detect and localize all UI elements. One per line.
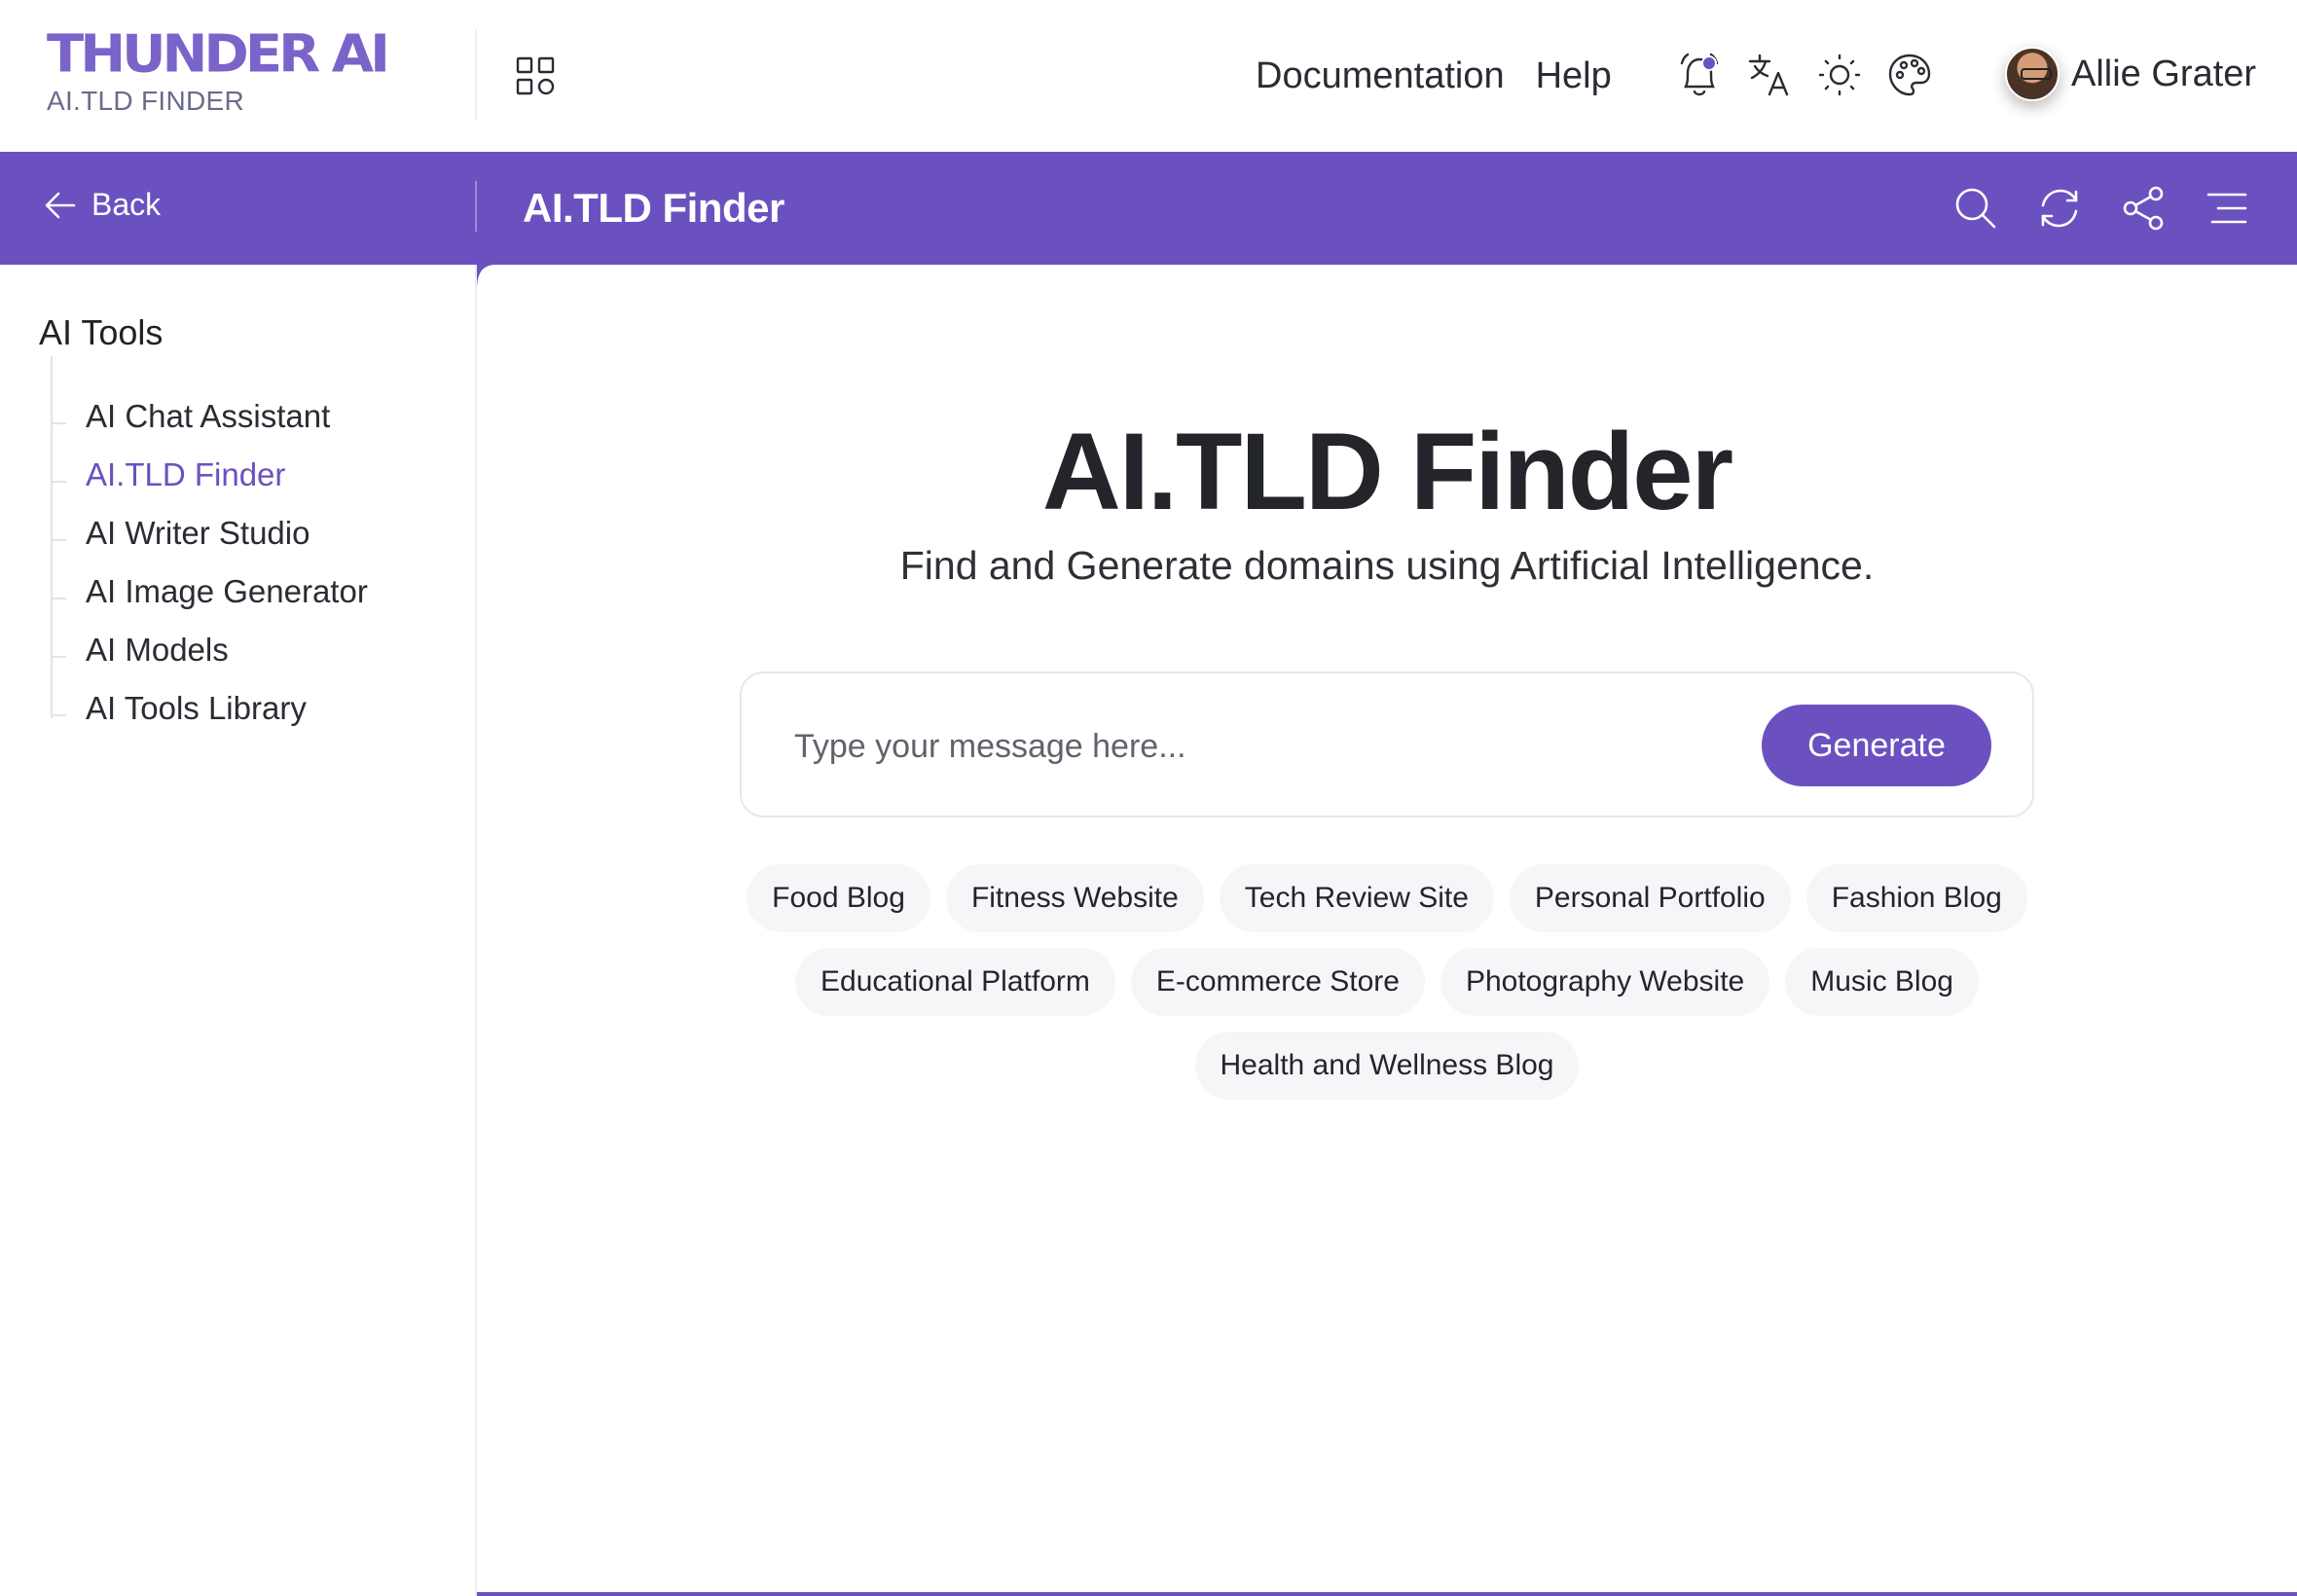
sidebar: AI Tools AI Chat Assistant AI.TLD Finder… [0, 265, 477, 1596]
suggestion-chip[interactable]: Fitness Website [945, 864, 1204, 932]
sidebar-title: AI Tools [39, 312, 164, 352]
suggestion-chip[interactable]: Tech Review Site [1219, 864, 1494, 932]
page-toolbar: Back AI.TLD Finder [0, 152, 2297, 265]
main-content: AI.TLD Finder Find and Generate domains … [477, 265, 2297, 1596]
top-header: THUNDER AI AI.TLD FINDER Documentation H… [0, 0, 2297, 152]
header-links: Documentation Help [1256, 49, 1612, 103]
suggestion-chip[interactable]: Music Blog [1785, 948, 1979, 1016]
sidebar-item-ai-tld-finder[interactable]: AI.TLD Finder [51, 446, 368, 504]
translate-icon[interactable] [1746, 47, 1793, 103]
suggestion-chip[interactable]: Food Blog [747, 864, 930, 932]
documentation-link[interactable]: Documentation [1256, 49, 1505, 103]
arrow-left-icon [45, 192, 76, 218]
user-menu[interactable]: Allie Grater [2005, 47, 2256, 101]
message-input[interactable] [794, 712, 1729, 780]
header-icon-group [1676, 47, 1933, 103]
brand-logo[interactable]: THUNDER AI AI.TLD FINDER [47, 24, 390, 117]
sidebar-item-ai-tools-library[interactable]: AI Tools Library [51, 679, 368, 738]
prompt-box: Generate [740, 671, 2034, 817]
suggestion-chip[interactable]: Educational Platform [795, 948, 1115, 1016]
sun-icon[interactable] [1816, 47, 1863, 103]
back-label: Back [91, 187, 162, 222]
header-divider [475, 29, 477, 121]
sidebar-item-ai-image-generator[interactable]: AI Image Generator [51, 562, 368, 621]
search-icon[interactable] [1952, 181, 1999, 236]
bottom-accent-line [477, 1592, 2297, 1596]
refresh-icon[interactable] [2036, 181, 2083, 236]
suggestion-chip[interactable]: Personal Portfolio [1509, 864, 1791, 932]
toolbar-title: AI.TLD Finder [523, 185, 784, 231]
back-button[interactable]: Back [43, 187, 161, 223]
toolbar-icon-group [1952, 181, 2250, 236]
palette-icon[interactable] [1886, 47, 1933, 103]
suggestion-chip[interactable]: Health and Wellness Blog [1194, 1032, 1580, 1100]
suggestion-chips: Food Blog Fitness Website Tech Review Si… [740, 864, 2034, 1100]
grid-apps-icon[interactable] [512, 53, 559, 99]
logo-text: THUNDER AI [47, 24, 390, 85]
suggestion-chip[interactable]: E-commerce Store [1130, 948, 1425, 1016]
page-title: AI.TLD Finder [1041, 411, 1733, 532]
toolbar-divider [475, 181, 477, 232]
sidebar-item-ai-chat-assistant[interactable]: AI Chat Assistant [51, 387, 368, 446]
suggestion-chip[interactable]: Fashion Blog [1805, 864, 2027, 932]
logo-subtitle: AI.TLD FINDER [47, 86, 245, 116]
sidebar-nav: AI Chat Assistant AI.TLD Finder AI Write… [51, 387, 368, 738]
avatar[interactable] [2005, 47, 2060, 101]
user-name: Allie Grater [2071, 53, 2257, 94]
generate-button[interactable]: Generate [1762, 705, 1991, 786]
suggestion-chip[interactable]: Photography Website [1440, 948, 1770, 1016]
sidebar-item-ai-writer-studio[interactable]: AI Writer Studio [51, 504, 368, 562]
bell-icon[interactable] [1676, 47, 1723, 103]
help-link[interactable]: Help [1536, 49, 1612, 103]
sidebar-item-ai-models[interactable]: AI Models [51, 621, 368, 679]
share-icon[interactable] [2120, 181, 2167, 236]
page-subtitle: Find and Generate domains using Artifici… [899, 543, 1875, 588]
menu-icon[interactable] [2204, 181, 2250, 236]
